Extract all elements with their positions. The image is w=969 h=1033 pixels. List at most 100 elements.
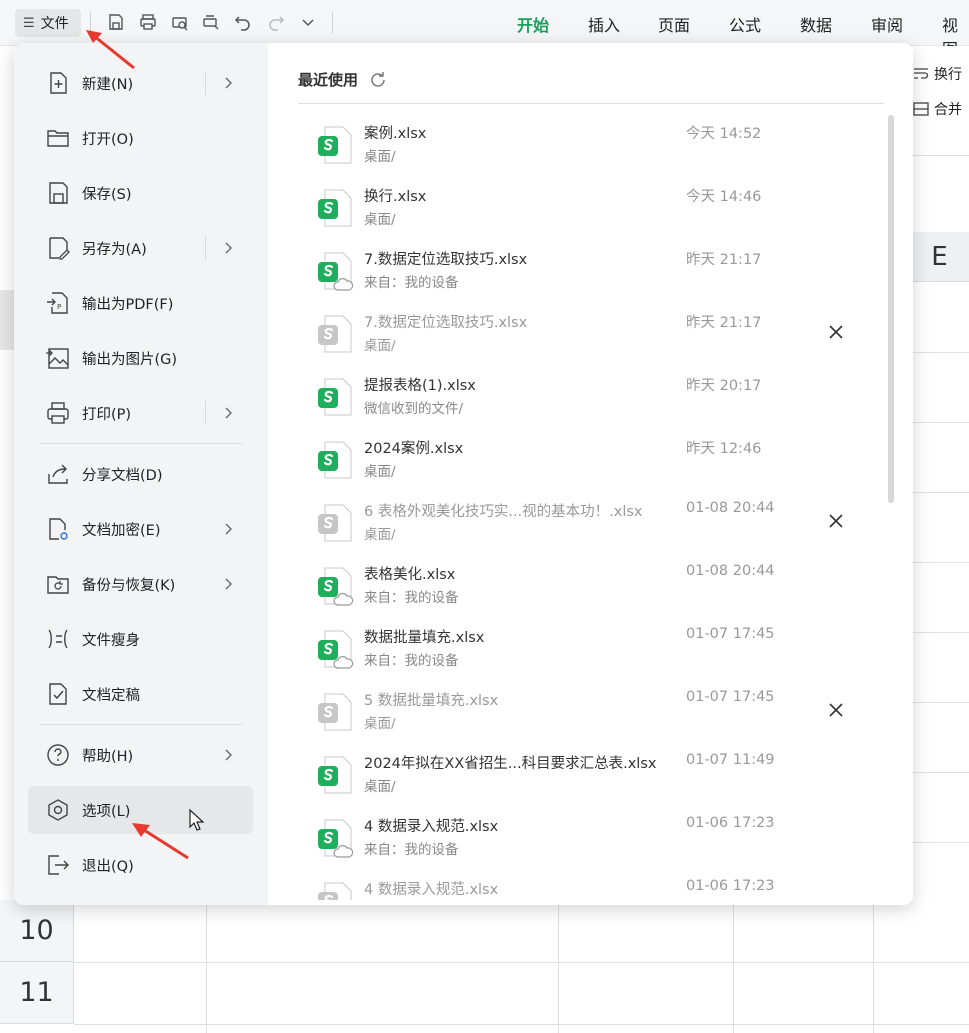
svg-text:P: P [57, 303, 61, 311]
tab-formula[interactable]: 公式 [729, 12, 761, 36]
file-name: 7.数据定位选取技巧.xlsx [364, 315, 528, 331]
merge-cells-button[interactable]: 合并 [912, 99, 962, 119]
menu-item-new[interactable]: 新建(N) [28, 59, 253, 107]
merge-cells-icon [913, 102, 929, 116]
tab-data[interactable]: 数据 [800, 12, 832, 36]
tab-home[interactable]: 开始 [517, 12, 549, 46]
scrollbar-thumb[interactable] [888, 115, 894, 503]
chevron-right-icon[interactable] [205, 71, 239, 95]
file-time: 昨天 21:17 [686, 315, 762, 331]
file-time: 01-06 17:23 [686, 815, 775, 831]
row-header-10[interactable]: 10 [0, 900, 74, 962]
tab-page[interactable]: 页面 [658, 12, 690, 36]
recent-file-row[interactable]: 数据批量填充.xlsx 来自：我的设备 01-07 17:45 [298, 626, 858, 686]
mouse-cursor-icon [189, 808, 204, 831]
print-preview-icon[interactable] [168, 10, 192, 34]
file-menu-label: 文件 [40, 16, 69, 32]
merge-cells-label: 合并 [934, 102, 962, 118]
wrap-text-button[interactable]: 换行 [912, 64, 962, 84]
file-path: 微信收到的文件/ [364, 401, 464, 417]
row-header-11[interactable]: 11 [0, 962, 74, 1024]
redo-icon[interactable] [264, 10, 288, 34]
file-name: 7.数据定位选取技巧.xlsx [364, 252, 528, 268]
recent-file-row[interactable]: 6 表格外观美化技巧实...视的基本功！.xlsx 桌面/01-08 20:44 [298, 500, 858, 560]
chevron-right-icon[interactable] [205, 236, 239, 260]
recent-file-row[interactable]: 案例.xlsx 桌面/今天 14:52 [298, 122, 858, 182]
menu-item-help[interactable]: 帮助(H) [28, 731, 253, 779]
column-header-e[interactable]: E [910, 232, 969, 282]
menu-item-save-as[interactable]: 另存为(A) [28, 224, 253, 272]
close-icon[interactable] [825, 510, 847, 532]
format-painter-icon[interactable] [199, 10, 223, 34]
file-path: 桌面/ [364, 527, 396, 543]
file-path: 来自：我的设备 [364, 653, 459, 669]
grid-line [558, 905, 559, 1033]
grid-line [206, 905, 207, 1033]
chevron-right-icon[interactable] [219, 745, 239, 765]
chevron-right-icon[interactable] [219, 574, 239, 594]
recent-file-row[interactable]: 7.数据定位选取技巧.xlsx 桌面/昨天 21:17 [298, 311, 858, 371]
menu-item-encrypt[interactable]: 文档加密(E) [28, 505, 253, 553]
menu-label: 打印(P) [82, 406, 132, 423]
recent-file-row[interactable]: 2024案例.xlsx 桌面/昨天 12:46 [298, 437, 858, 497]
file-name: 案例.xlsx [364, 126, 427, 142]
file-time: 01-07 17:45 [686, 689, 775, 705]
menu-item-export-pdf[interactable]: P 输出为PDF(F) [28, 279, 253, 327]
menu-label: 分享文档(D) [82, 467, 163, 484]
options-icon [44, 796, 72, 824]
file-name: 6 表格外观美化技巧实...视的基本功！.xlsx [364, 504, 643, 520]
menu-item-open[interactable]: 打开(O) [28, 114, 253, 162]
file-path: 来自：我的设备 [364, 590, 459, 606]
recent-file-row[interactable]: 表格美化.xlsx 来自：我的设备 01-08 20:44 [298, 563, 858, 623]
export-image-icon [44, 344, 72, 372]
recent-file-row[interactable]: 4 数据录入规范.xlsx 来自：我的设备 01-06 17:23 [298, 815, 858, 875]
menu-label: 选项(L) [82, 803, 131, 820]
menu-item-save[interactable]: 保存(S) [28, 169, 253, 217]
slim-icon [44, 625, 72, 653]
file-time: 今天 14:46 [686, 189, 762, 205]
tab-review[interactable]: 审阅 [871, 12, 903, 36]
close-icon[interactable] [825, 321, 847, 343]
export-pdf-icon: P [44, 289, 72, 317]
encrypt-icon [44, 515, 72, 543]
grid-line [912, 632, 969, 633]
menu-item-print[interactable]: 打印(P) [28, 389, 253, 437]
menu-item-slim[interactable]: 文件瘦身 [28, 615, 253, 663]
file-time: 昨天 12:46 [686, 441, 762, 457]
file-name: 换行.xlsx [364, 189, 427, 205]
menu-item-export-image[interactable]: 输出为图片(G) [28, 334, 253, 382]
recent-file-row[interactable]: 提报表格(1).xlsx 微信收到的文件/昨天 20:17 [298, 374, 858, 434]
share-icon [44, 460, 72, 488]
undo-icon[interactable] [231, 10, 255, 34]
menu-label: 输出为PDF(F) [82, 296, 174, 313]
file-time: 01-06 17:23 [686, 878, 775, 894]
file-time: 昨天 21:17 [686, 252, 762, 268]
menu-item-backup[interactable]: 备份与恢复(K) [28, 560, 253, 608]
recent-file-row[interactable]: 5 数据批量填充.xlsx 桌面/01-07 17:45 [298, 689, 858, 749]
file-name: 2024案例.xlsx [364, 441, 464, 457]
recent-file-row[interactable]: 7.数据定位选取技巧.xlsx 来自：我的设备 昨天 21:17 [298, 248, 858, 308]
tab-insert[interactable]: 插入 [588, 12, 620, 36]
recent-file-row[interactable]: 4 数据录入规范.xlsx 01-06 17:23 [298, 878, 858, 900]
chevron-right-icon[interactable] [219, 519, 239, 539]
refresh-icon[interactable] [368, 70, 388, 90]
grid-line [912, 422, 969, 423]
top-toolbar: ☰ 文件 开始 插入 页面 公式 数据 审阅 视图 [0, 0, 969, 59]
menu-item-share[interactable]: 分享文档(D) [28, 450, 253, 498]
file-name: 提报表格(1).xlsx [364, 378, 476, 394]
recent-file-row[interactable]: 换行.xlsx 桌面/今天 14:46 [298, 185, 858, 245]
file-name: 5 数据批量填充.xlsx [364, 693, 499, 709]
recent-file-row[interactable]: 2024年拟在XX省招生...科目要求汇总表.xlsx 桌面/01-07 11:4… [298, 752, 858, 812]
menu-label: 打开(O) [82, 131, 134, 148]
grid-line [74, 962, 969, 963]
file-menu-button[interactable]: ☰ 文件 [15, 9, 81, 37]
chevron-down-icon[interactable] [296, 10, 320, 34]
chevron-right-icon[interactable] [205, 401, 239, 425]
menu-item-finalize[interactable]: 文档定稿 [28, 670, 253, 718]
grid-line [733, 905, 734, 1033]
grid-line [873, 905, 874, 1033]
grid-line [912, 562, 969, 563]
grid-line [912, 352, 969, 353]
menu-label: 备份与恢复(K) [82, 577, 176, 594]
close-icon[interactable] [825, 699, 847, 721]
